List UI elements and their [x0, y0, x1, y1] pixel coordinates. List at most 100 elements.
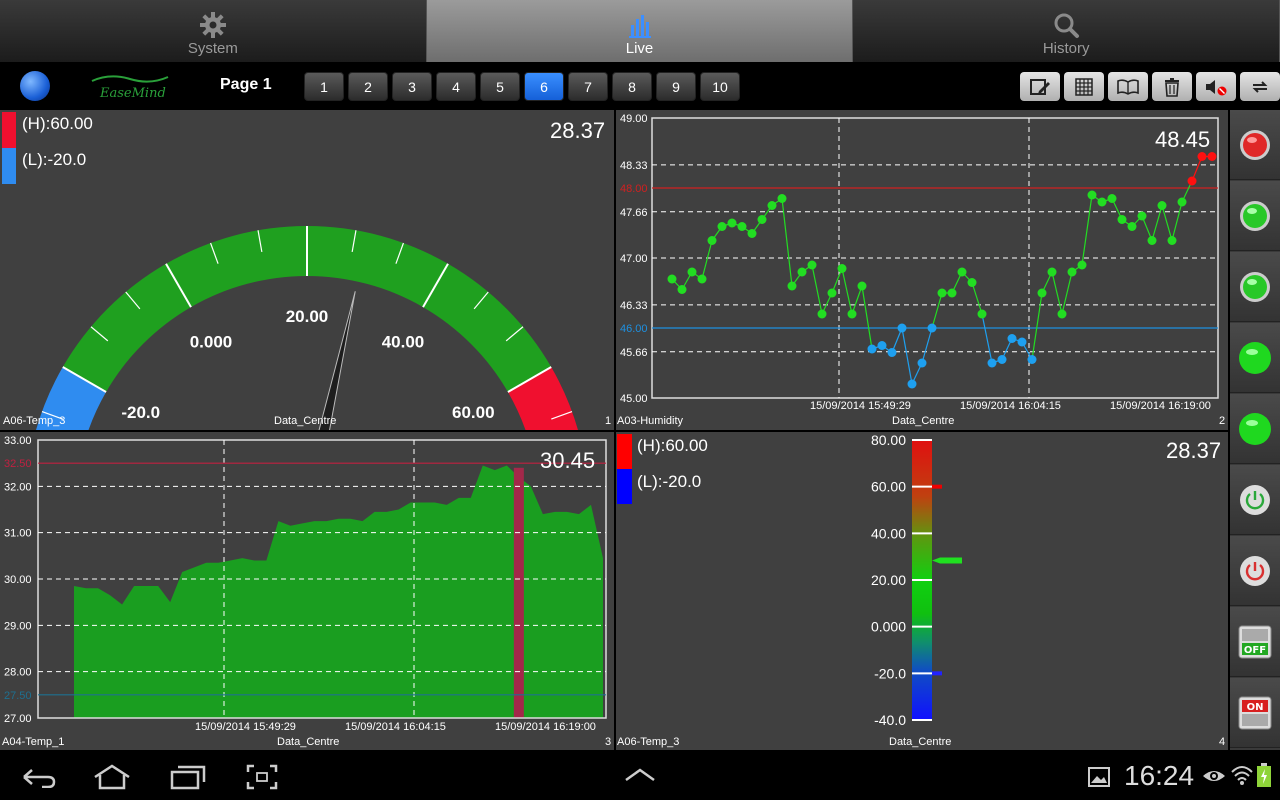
green-light-2[interactable] [1230, 252, 1280, 322]
green-light-3[interactable] [1230, 323, 1280, 393]
data-point [1097, 197, 1107, 207]
y-tick-label: 46.33 [620, 300, 648, 312]
green-led-icon [1239, 341, 1271, 374]
panel-name: A03-Humidity [617, 415, 684, 427]
green-led-icon [1240, 200, 1270, 231]
page-selector: 1 2 3 4 5 6 7 8 9 10 [304, 72, 744, 101]
panel-bar-gauge[interactable]: (H):60.00 (L):-20.0 28.37 80.00 60.00 40.0… [616, 432, 1228, 750]
tab-history[interactable]: History [853, 0, 1280, 62]
eye-icon [1203, 771, 1225, 781]
toolbar-tools [1020, 72, 1280, 101]
data-point [877, 341, 887, 350]
data-point [947, 288, 957, 298]
data-point [847, 309, 857, 319]
data-point [687, 267, 697, 277]
gauge-scale-label: 20.00 [286, 307, 329, 326]
data-point [1007, 334, 1017, 343]
series-segment [1051, 271, 1063, 315]
page-button-3[interactable]: 3 [392, 72, 432, 101]
tab-live-label: Live [625, 40, 654, 57]
data-point [1057, 309, 1067, 319]
series-segment [1161, 205, 1173, 241]
refresh-button[interactable] [1240, 72, 1280, 101]
panel-temp-area-chart[interactable]: 27.00 28.00 29.00 30.00 31.00 32.00 33.00 32.50… [0, 432, 614, 750]
page-button-10[interactable]: 10 [700, 72, 740, 101]
book-icon [1117, 78, 1139, 95]
x-tick-label: 15/09/2014 16:04:15 [345, 721, 446, 733]
y-tick-label: 49.00 [620, 113, 648, 125]
panel-gauge[interactable]: (H):60.00 (L):-20.0 28.37 -40.0-20.00.00… [0, 110, 614, 430]
page-button-2[interactable]: 2 [348, 72, 388, 101]
screenshot-icon[interactable] [246, 764, 278, 790]
page-button-4[interactable]: 4 [436, 72, 476, 101]
x-tick-label: 15/09/2014 16:19:00 [1110, 400, 1211, 412]
series-segment [701, 240, 713, 280]
page-button-6[interactable]: 6 [524, 72, 564, 101]
red-alarm-light[interactable] [1230, 110, 1280, 180]
data-point [1117, 215, 1127, 224]
easemind-logo: EaseMind [90, 71, 170, 101]
panel-index: 2 [1219, 415, 1226, 427]
svg-text:OFF: OFF [1244, 645, 1266, 656]
delete-button[interactable] [1152, 72, 1192, 101]
data-point [707, 236, 717, 245]
bar-gauge-scale-label: 0.000 [871, 619, 906, 635]
series-segment [1031, 292, 1043, 360]
data-point [1087, 190, 1097, 200]
data-point [717, 222, 727, 231]
series-segment [981, 313, 993, 364]
data-point [1037, 288, 1047, 298]
value-pointer [932, 557, 962, 564]
page-button-1[interactable]: 1 [304, 72, 344, 101]
page-button-5[interactable]: 5 [480, 72, 520, 101]
status-clock: 16:24 [1124, 760, 1195, 791]
data-point [1157, 201, 1167, 210]
book-button[interactable] [1108, 72, 1148, 101]
series-segment [811, 264, 823, 315]
page-button-7[interactable]: 7 [568, 72, 608, 101]
system-nav-bar: 16:24 [0, 752, 1280, 800]
panel-humidity-chart[interactable]: 45.00 45.66 46.33 47.00 47.66 48.33 49.00 48.00… [616, 110, 1228, 430]
mute-button[interactable] [1196, 72, 1236, 101]
tab-live[interactable]: Live [426, 0, 854, 62]
current-marker-bar [513, 467, 524, 718]
recent-apps-icon[interactable] [170, 764, 206, 790]
tab-history-label: History [1042, 40, 1090, 57]
data-point [777, 194, 787, 203]
off-switch[interactable]: OFF [1230, 607, 1280, 677]
grid-icon [1075, 77, 1093, 96]
edit-icon [1030, 78, 1050, 95]
top-tab-bar: System Live History [0, 0, 1280, 62]
page-button-8[interactable]: 8 [612, 72, 652, 101]
green-light-1[interactable] [1230, 181, 1280, 251]
data-point [1177, 197, 1187, 207]
power-off-button[interactable] [1230, 536, 1280, 606]
home-icon[interactable] [92, 764, 132, 790]
data-point [977, 309, 987, 319]
page-button-9[interactable]: 9 [656, 72, 696, 101]
power-on-button[interactable] [1230, 465, 1280, 535]
grid-button[interactable] [1064, 72, 1104, 101]
globe-icon[interactable] [20, 71, 50, 101]
data-point [1067, 267, 1077, 277]
data-point [697, 274, 707, 284]
y-tick-label: 32.00 [4, 481, 32, 493]
data-point [767, 201, 777, 210]
refresh-icon [1252, 80, 1268, 93]
data-point [857, 281, 867, 291]
data-point [667, 274, 677, 284]
green-light-4[interactable] [1230, 394, 1280, 464]
tab-system[interactable]: System [0, 0, 427, 62]
data-point [937, 288, 947, 298]
series-segment [1081, 194, 1093, 266]
on-switch[interactable]: ON [1230, 678, 1280, 748]
humidity-value: 48.45 [1155, 127, 1211, 152]
back-icon[interactable] [22, 766, 56, 788]
power-green-icon [1240, 484, 1270, 515]
chevron-up-icon[interactable] [624, 768, 656, 782]
edit-button[interactable] [1020, 72, 1060, 101]
humidity-line-chart: 45.00 45.66 46.33 47.00 47.66 48.33 49.00 48.00… [620, 113, 1219, 412]
x-tick-label: 15/09/2014 15:49:29 [810, 400, 911, 412]
data-point [967, 278, 977, 287]
data-point [807, 260, 817, 270]
